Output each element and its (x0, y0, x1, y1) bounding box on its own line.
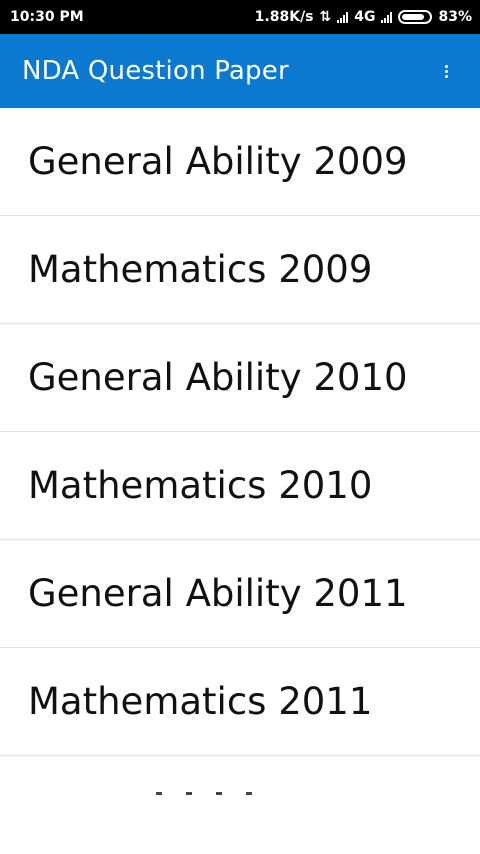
list-item[interactable]: Mathematics 2009 (0, 216, 480, 324)
app-bar: NDA Question Paper (0, 34, 480, 108)
list-item[interactable]: Mathematics 2011 (0, 648, 480, 756)
list-item[interactable]: Mathematics 2010 (0, 432, 480, 540)
list-item-label: Mathematics 2010 (28, 464, 373, 507)
list-item[interactable]: General Ability 2009 (0, 108, 480, 216)
cut-off-text (28, 792, 252, 795)
list-item-label: Mathematics 2011 (28, 680, 373, 723)
list-item-partial[interactable] (0, 756, 480, 846)
question-paper-list: General Ability 2009 Mathematics 2009 Ge… (0, 108, 480, 846)
status-time: 10:30 PM (10, 9, 84, 25)
network-speed: 1.88K/s (254, 9, 314, 25)
list-item-label: General Ability 2010 (28, 356, 408, 399)
network-type: 4G (354, 9, 376, 25)
status-indicators: 1.88K/s ⇅ 4G 83% (255, 9, 472, 25)
app-title: NDA Question Paper (22, 56, 289, 86)
overflow-menu-icon[interactable] (434, 59, 458, 83)
battery-icon (398, 10, 433, 24)
list-item[interactable]: General Ability 2011 (0, 540, 480, 648)
signal-icon (337, 11, 349, 23)
list-item-label: General Ability 2011 (28, 572, 408, 615)
status-bar: 10:30 PM 1.88K/s ⇅ 4G 83% (0, 0, 480, 34)
data-transfer-icon: ⇅ (319, 9, 332, 25)
list-item-label: General Ability 2009 (28, 140, 408, 183)
list-item-label: Mathematics 2009 (28, 248, 373, 291)
battery-level: 83% (438, 9, 472, 25)
signal-icon (381, 11, 393, 23)
list-item[interactable]: General Ability 2010 (0, 324, 480, 432)
